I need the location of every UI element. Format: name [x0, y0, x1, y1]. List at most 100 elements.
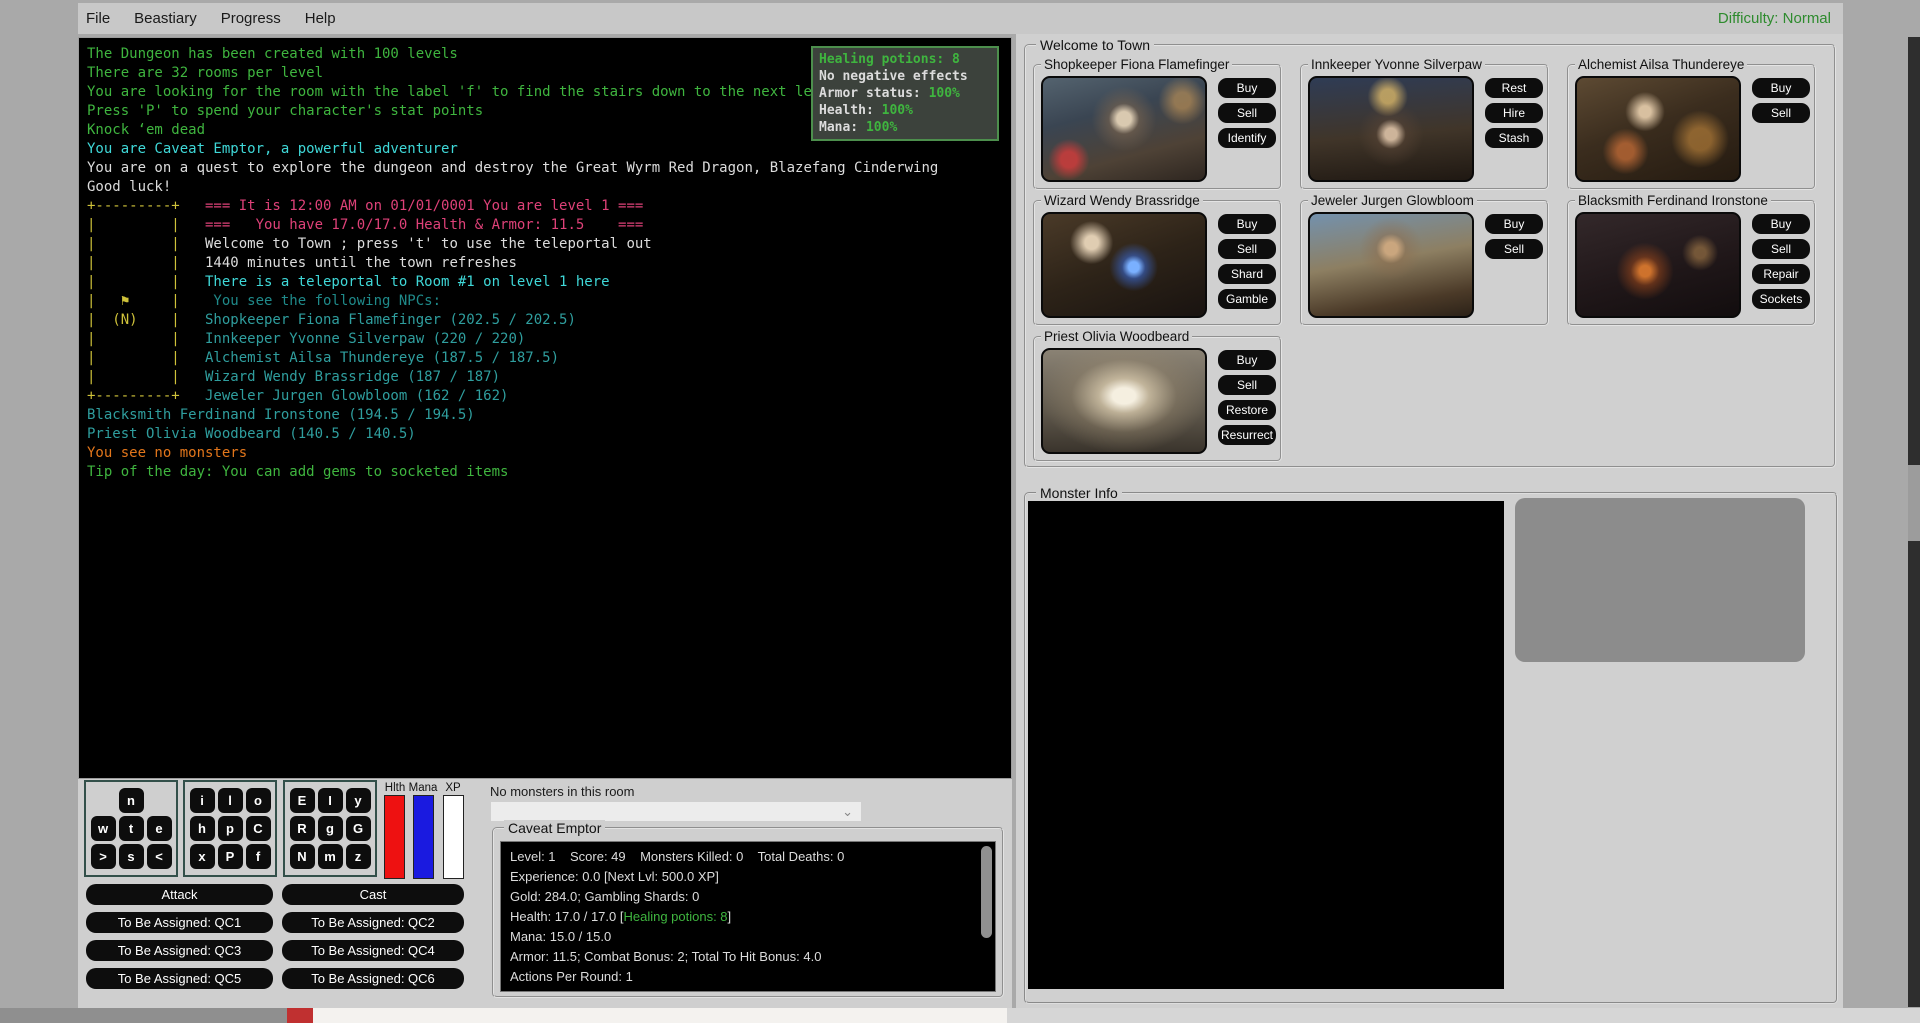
- key-f-button[interactable]: f: [246, 844, 271, 869]
- monster-image-placeholder: [1515, 498, 1805, 662]
- npc-wizard-gamble-button[interactable]: Gamble: [1218, 289, 1276, 309]
- quick-cast-button-3[interactable]: To Be Assigned: QC3: [86, 940, 273, 961]
- welcome-to-town-title: Welcome to Town: [1036, 37, 1154, 53]
- key-I-button[interactable]: I: [318, 788, 343, 813]
- key-h-button[interactable]: h: [190, 816, 215, 841]
- key-<-button[interactable]: <: [147, 844, 172, 869]
- menu-progress[interactable]: Progress: [209, 10, 293, 27]
- key->-button[interactable]: >: [91, 844, 116, 869]
- quick-cast-button-1[interactable]: To Be Assigned: QC1: [86, 912, 273, 933]
- action-keypad-1: ilo hpCxPf: [183, 780, 277, 877]
- npc-blacksmith-sell-button[interactable]: Sell: [1752, 239, 1810, 259]
- quick-cast-button-5[interactable]: To Be Assigned: QC5: [86, 968, 273, 989]
- attack-button[interactable]: Attack: [86, 884, 273, 905]
- npc-card-shopkeeper: Shopkeeper Fiona FlamefingerBuySellIdent…: [1033, 64, 1282, 190]
- npc-portrait-blacksmith: [1575, 212, 1741, 318]
- npc-blacksmith-repair-button[interactable]: Repair: [1752, 264, 1810, 284]
- npc-priest-buy-button[interactable]: Buy: [1218, 350, 1276, 370]
- window-scrollbar[interactable]: [1908, 37, 1920, 1007]
- npc-button-column: Rest Hire Stash: [1485, 78, 1543, 148]
- npc-wizard-sell-button[interactable]: Sell: [1218, 239, 1276, 259]
- npc-shopkeeper-identify-button[interactable]: Identify: [1218, 128, 1276, 148]
- key-x-button[interactable]: x: [190, 844, 215, 869]
- npc-card-jeweler: Jeweler Jurgen GlowbloomBuySell: [1300, 200, 1549, 326]
- mana-bar: [413, 795, 434, 879]
- action-button-grid: Attack Cast To Be Assigned: QC1 To Be Assig…: [86, 884, 464, 989]
- key-i-button[interactable]: i: [190, 788, 215, 813]
- hlth-bar-label: Hlth: [380, 782, 410, 794]
- stat-line: Armor: 11.5; Combat Bonus: 2; Total To H…: [510, 947, 986, 967]
- key-C-button[interactable]: C: [246, 816, 271, 841]
- key-P-button[interactable]: P: [218, 844, 243, 869]
- stat-line: Gold: 284.0; Gambling Shards: 0: [510, 887, 986, 907]
- npc-name: Wizard Wendy Brassridge: [1041, 193, 1203, 208]
- log-line: | (N) | Shopkeeper Fiona Flamefinger (20…: [87, 311, 1009, 330]
- npc-button-column: Buy Sell Repair Sockets: [1752, 214, 1810, 309]
- npc-name: Priest Olivia Woodbeard: [1041, 329, 1192, 344]
- key-E-button[interactable]: E: [290, 788, 315, 813]
- npc-blacksmith-buy-button[interactable]: Buy: [1752, 214, 1810, 234]
- key-m-button[interactable]: m: [318, 844, 343, 869]
- npc-shopkeeper-buy-button[interactable]: Buy: [1218, 78, 1276, 98]
- difficulty-label: Difficulty: Normal: [1718, 10, 1831, 27]
- npc-wizard-buy-button[interactable]: Buy: [1218, 214, 1276, 234]
- stat-line: Health: 17.0 / 17.0 [Healing potions: 8]: [510, 907, 986, 927]
- npc-innkeeper-rest-button[interactable]: Rest: [1485, 78, 1543, 98]
- key-z-button[interactable]: z: [346, 844, 371, 869]
- character-stats-panel: Level: 1 Score: 49 Monsters Killed: 0 To…: [500, 841, 996, 992]
- npc-alchemist-sell-button[interactable]: Sell: [1752, 103, 1810, 123]
- mana-bar-label: Mana: [408, 782, 438, 794]
- status-line: No negative effects: [819, 68, 991, 85]
- quick-cast-button-2[interactable]: To Be Assigned: QC2: [282, 912, 464, 933]
- monster-select-dropdown[interactable]: ⌄: [490, 801, 862, 822]
- npc-priest-resurrect-button[interactable]: Resurrect: [1218, 425, 1276, 445]
- key-y-button[interactable]: y: [346, 788, 371, 813]
- npc-alchemist-buy-button[interactable]: Buy: [1752, 78, 1810, 98]
- log-line: You are on a quest to explore the dungeo…: [87, 159, 1009, 178]
- no-monsters-label: No monsters in this room: [490, 784, 635, 799]
- npc-jeweler-buy-button[interactable]: Buy: [1485, 214, 1543, 234]
- key-e-button[interactable]: e: [147, 816, 172, 841]
- menu-help[interactable]: Help: [293, 10, 348, 27]
- npc-jeweler-sell-button[interactable]: Sell: [1485, 239, 1543, 259]
- npc-blacksmith-sockets-button[interactable]: Sockets: [1752, 289, 1810, 309]
- key-s-button[interactable]: s: [119, 844, 144, 869]
- key-n-button[interactable]: n: [119, 788, 144, 813]
- action-keypad-2: EIy RgG Nmz: [283, 780, 377, 877]
- npc-shopkeeper-sell-button[interactable]: Sell: [1218, 103, 1276, 123]
- window-scrollbar-thumb[interactable]: [1908, 465, 1920, 541]
- npc-card-alchemist: Alchemist Ailsa ThundereyeBuySell: [1567, 64, 1816, 190]
- stat-line: Experience: 0.0 [Next Lvl: 500.0 XP]: [510, 867, 986, 887]
- taskbar-strip: [1007, 1008, 1920, 1023]
- npc-name: Shopkeeper Fiona Flamefinger: [1041, 57, 1232, 72]
- npc-innkeeper-hire-button[interactable]: Hire: [1485, 103, 1543, 123]
- quick-cast-button-6[interactable]: To Be Assigned: QC6: [282, 968, 464, 989]
- npc-wizard-shard-button[interactable]: Shard: [1218, 264, 1276, 284]
- key-g-button[interactable]: g: [318, 816, 343, 841]
- key-w-button[interactable]: w: [91, 816, 116, 841]
- key-N-button[interactable]: N: [290, 844, 315, 869]
- log-line: You are Caveat Emptor, a powerful advent…: [87, 140, 1009, 159]
- menu-file[interactable]: File: [74, 10, 122, 27]
- log-line: +---------+ Jeweler Jurgen Glowbloom (16…: [87, 387, 1009, 406]
- log-line: | | There is a teleportal to Room #1 on …: [87, 273, 1009, 292]
- stats-scrollbar-thumb[interactable]: [981, 846, 992, 938]
- stat-line: Mana: 15.0 / 15.0: [510, 927, 986, 947]
- key-R-button[interactable]: R: [290, 816, 315, 841]
- taskbar-red-icon: [287, 1008, 313, 1023]
- npc-portrait-shopkeeper: [1041, 76, 1207, 182]
- key-t-button[interactable]: t: [119, 816, 144, 841]
- menu-beastiary[interactable]: Beastiary: [122, 10, 209, 27]
- npc-innkeeper-stash-button[interactable]: Stash: [1485, 128, 1543, 148]
- log-line: | ⚑ | You see the following NPCs:: [87, 292, 1009, 311]
- movement-keypad: nwte >s<: [84, 780, 178, 877]
- npc-priest-restore-button[interactable]: Restore: [1218, 400, 1276, 420]
- npc-priest-sell-button[interactable]: Sell: [1218, 375, 1276, 395]
- quick-cast-button-4[interactable]: To Be Assigned: QC4: [282, 940, 464, 961]
- status-line: Armor status: 100%: [819, 85, 991, 102]
- cast-button[interactable]: Cast: [282, 884, 464, 905]
- key-G-button[interactable]: G: [346, 816, 371, 841]
- key-o-button[interactable]: o: [246, 788, 271, 813]
- key-p-button[interactable]: p: [218, 816, 243, 841]
- key-l-button[interactable]: l: [218, 788, 243, 813]
